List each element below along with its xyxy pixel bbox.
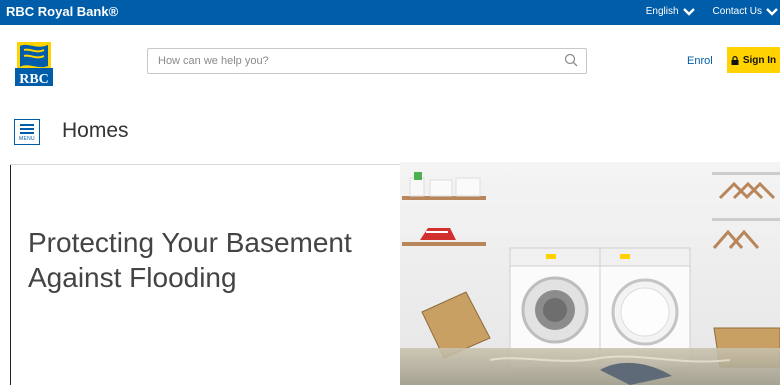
contact-us-link[interactable]: Contact Us xyxy=(713,6,778,17)
left-rule xyxy=(10,165,11,385)
search-icon[interactable] xyxy=(564,53,578,67)
brand-name: RBC Royal Bank® xyxy=(6,4,119,19)
section-title: Homes xyxy=(62,119,129,142)
sign-in-label: Sign In xyxy=(742,54,777,66)
hero-title: Protecting Your Basement Against Floodin… xyxy=(28,227,352,293)
top-bar: RBC Royal Bank® English Contact Us xyxy=(0,0,780,25)
language-selector[interactable]: English xyxy=(646,6,695,17)
menu-label: MENU xyxy=(19,135,35,142)
hamburger-icon xyxy=(20,123,34,126)
rbc-logo[interactable]: RBC xyxy=(14,40,56,88)
lock-icon xyxy=(731,55,739,65)
hero-image-flooded-laundry-room xyxy=(400,162,780,385)
contact-label: Contact Us xyxy=(712,6,762,17)
chevron-down-icon xyxy=(682,7,695,16)
chevron-down-icon xyxy=(766,7,778,16)
top-bar-links: English Contact Us xyxy=(646,6,778,17)
hamburger-icon-bar xyxy=(20,127,34,130)
menu-button[interactable]: MENU xyxy=(14,119,40,145)
logo-text: RBC xyxy=(19,72,49,87)
divider xyxy=(10,164,400,165)
hamburger-icon-bar xyxy=(20,131,34,134)
search-input[interactable] xyxy=(148,49,548,73)
enrol-link[interactable]: Enrol xyxy=(687,55,713,67)
sign-in-button[interactable]: Sign In xyxy=(727,47,780,73)
language-label: English xyxy=(645,6,679,17)
search-box[interactable] xyxy=(147,48,587,74)
